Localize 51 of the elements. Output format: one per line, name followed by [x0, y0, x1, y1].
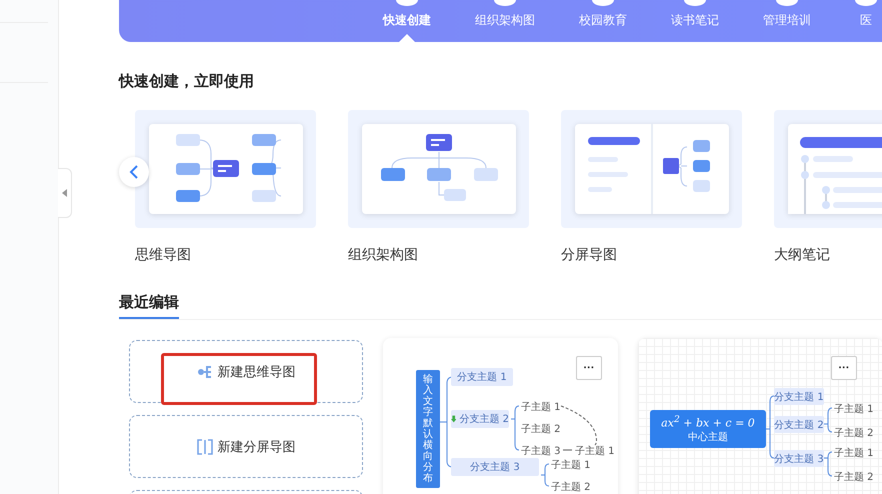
- branch-topic: 分支主题 1: [774, 388, 824, 405]
- new-file-label: 新建分屏导图: [218, 438, 296, 456]
- tab-icon: [776, 0, 798, 6]
- chevron-left-icon: [129, 165, 139, 179]
- collapse-handle[interactable]: [58, 168, 72, 218]
- branch-topic: 分支主题 3: [451, 458, 539, 476]
- new-file-label: 新建思维导图: [218, 364, 296, 380]
- central-topic: 输入文字默认横向分布: [416, 370, 440, 488]
- branch-topic: 分支主题 2: [451, 410, 509, 428]
- new-file-card[interactable]: 新建分屏导图: [129, 415, 363, 478]
- more-button[interactable]: ···: [576, 356, 602, 380]
- template-card[interactable]: [561, 110, 742, 228]
- tab-icon: [396, 0, 418, 6]
- down-arrow-icon: [451, 414, 456, 424]
- template-label: 大纲笔记: [774, 246, 831, 264]
- sub-topic: 子主题 2: [834, 470, 874, 484]
- sub-topic: 子主题 1: [834, 446, 874, 460]
- relation-line: [560, 406, 597, 446]
- more-button[interactable]: ···: [831, 356, 857, 380]
- tab-icon: [592, 0, 614, 6]
- sub-topic: 子主题 1: [575, 444, 615, 458]
- tab-icon: [855, 0, 877, 6]
- central-topic-label: 中心主题: [688, 430, 728, 444]
- sub-topic: 子主题 1: [521, 400, 561, 414]
- template-label: 分屏导图: [561, 246, 618, 264]
- tab-icon: [684, 0, 706, 6]
- formula-text: ax$^{2}$ + bx + c = 0: [661, 414, 755, 430]
- mind-map-icon: [196, 364, 212, 378]
- template-label: 思维导图: [135, 246, 192, 264]
- sub-topic: 子主题 1: [834, 402, 874, 416]
- sub-topic: 子主题 2: [834, 426, 874, 440]
- template-card[interactable]: [348, 110, 529, 228]
- file-card[interactable]: ··· ax$^{2}$ + bx + c = 0 中心主题 分支主题 1 分支主题 2 子主题 1 子主题 2 分支主题 3 子主题 1 子主题 2: [638, 338, 882, 494]
- tab-pointer: [399, 34, 415, 42]
- new-file-card[interactable]: 新建思维导图: [129, 340, 363, 403]
- branch-topic: 分支主题 1: [451, 368, 513, 386]
- template-card[interactable]: [135, 110, 316, 228]
- branch-topic: 分支主题 2: [774, 416, 824, 433]
- tab-icon: [494, 0, 516, 6]
- sub-topic: 子主题 1: [551, 458, 591, 472]
- section-title: 快速创建，立即使用: [119, 72, 255, 91]
- split-view-icon: [196, 438, 212, 454]
- template-label: 组织架构图: [348, 246, 419, 264]
- previous-button[interactable]: [119, 157, 149, 187]
- sub-topic: 子主题 2: [551, 480, 591, 494]
- collapse-icon: [62, 189, 68, 197]
- file-card[interactable]: ··· 输入文字默认横向分布 分支主题 1 分支主题 2 子主题 1 子主题 2 子主题 3 子主题 1 分支主题 3 子主题 1 子主题 2: [383, 338, 618, 494]
- recent-tab[interactable]: 最近编辑: [119, 293, 179, 319]
- branch-topic: 分支主题 3: [774, 450, 824, 467]
- sub-topic: 子主题 2: [521, 422, 561, 436]
- sub-topic: 子主题 3: [521, 444, 561, 458]
